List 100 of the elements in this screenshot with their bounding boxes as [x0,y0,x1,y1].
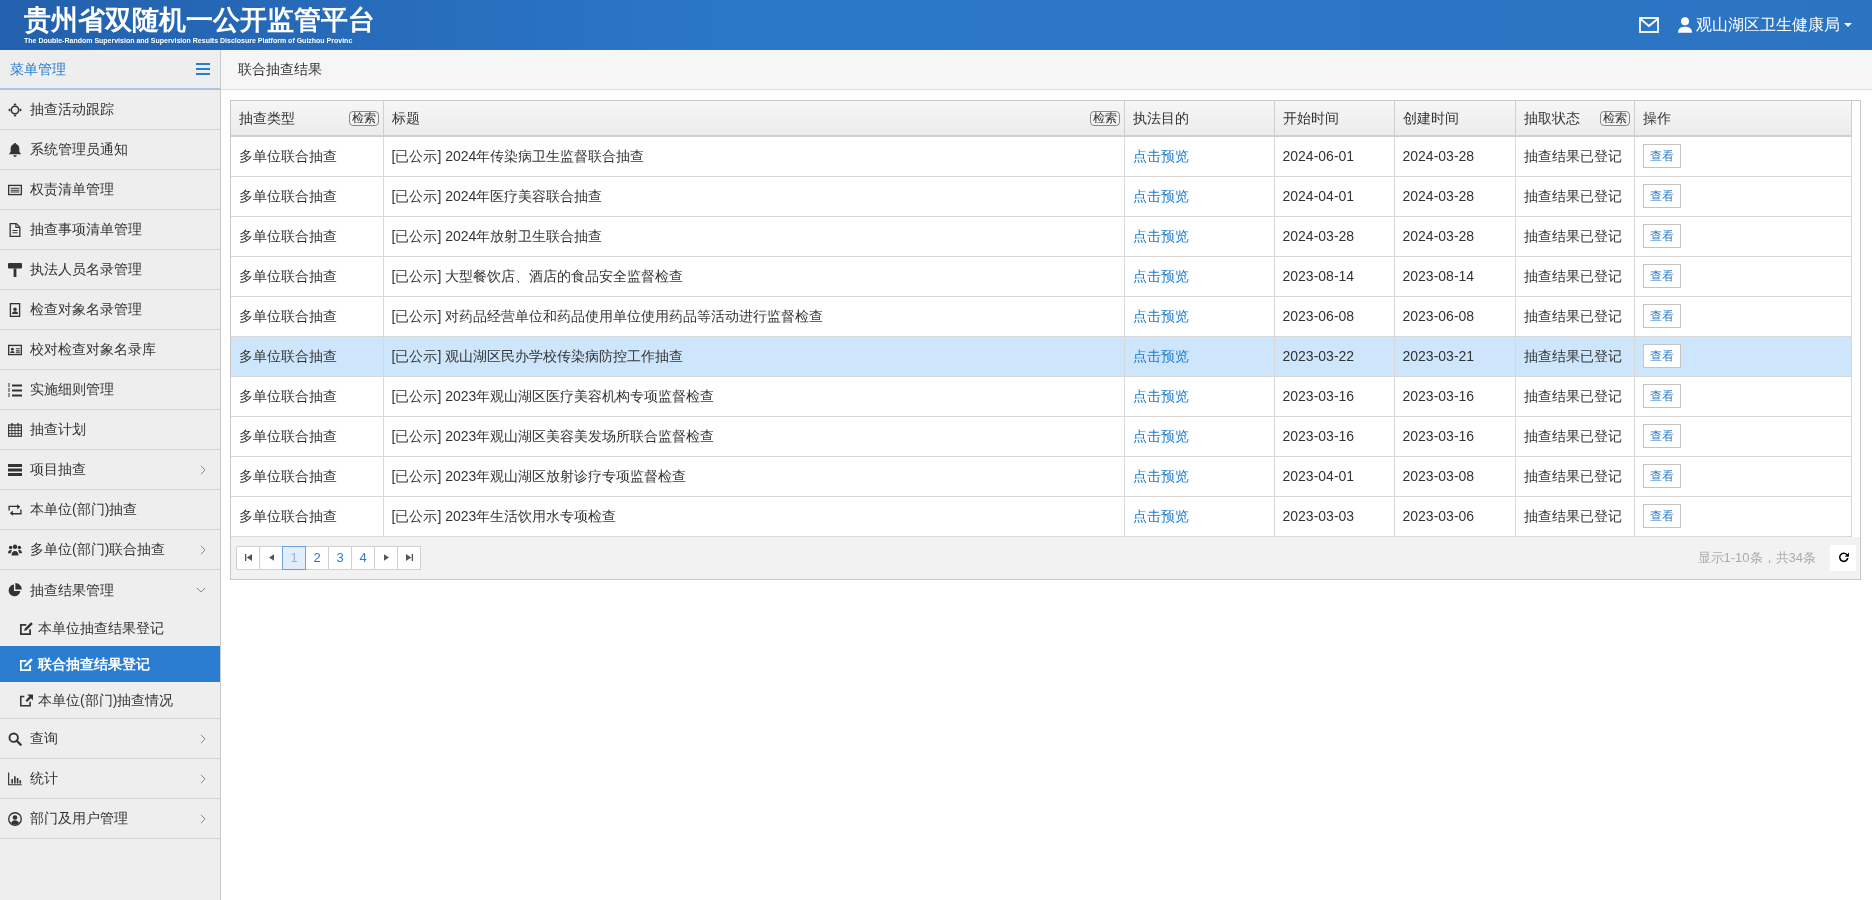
next-icon [383,554,389,561]
sidebar-subitem[interactable]: 本单位抽查结果登记 [0,610,220,646]
table-row[interactable]: 多单位联合抽查 [已公示] 2024年传染病卫生监督联合抽查 点击预览 2024-06-01 2024-03-28 抽查结果已登记 查看 [231,136,1852,176]
table-cell: 2023-03-21 [1394,336,1515,376]
menu-icon[interactable] [196,63,210,75]
sidebar-item[interactable]: 抽查事项清单管理 [0,210,220,250]
table-cell: [已公示] 2023年观山湖区美容美发场所联合监督检查 [383,416,1124,456]
search-icon [8,731,22,746]
numbered-list-icon [8,382,22,397]
view-button[interactable]: 查看 [1642,304,1681,328]
sidebar-item[interactable]: 统计 [0,759,220,799]
preview-link[interactable]: 点击预览 [1132,467,1189,484]
sidebar-item[interactable]: 校对检查对象名录库 [0,330,220,370]
filter-button[interactable]: 检索 [1089,110,1120,126]
sidebar-item[interactable]: 执法人员名录管理 [0,250,220,290]
sidebar-item[interactable]: 部门及用户管理 [0,799,220,839]
sidebar-item[interactable]: 检查对象名录管理 [0,290,220,330]
column-header: 开始时间 [1282,108,1339,128]
preview-link[interactable]: 点击预览 [1132,347,1189,364]
bar-chart-icon [8,771,22,786]
view-button[interactable]: 查看 [1642,184,1681,208]
sidebar-item[interactable]: 权责清单管理 [0,170,220,210]
sidebar-item[interactable]: 项目抽查 [0,450,220,490]
sidebar-item[interactable]: 系统管理员通知 [0,130,220,170]
preview-link[interactable]: 点击预览 [1132,227,1189,244]
bell-icon [8,142,22,157]
table-cell: 多单位联合抽查 [231,256,383,296]
sidebar-item[interactable]: 抽查结果管理 [0,570,220,610]
mail-icon[interactable] [1639,17,1659,33]
table-cell: 2023-03-22 [1274,336,1394,376]
preview-link[interactable]: 点击预览 [1132,267,1189,284]
table-cell: 2023-03-08 [1394,456,1515,496]
table-cell: 多单位联合抽查 [231,216,383,256]
view-button[interactable]: 查看 [1642,424,1681,448]
view-button[interactable]: 查看 [1642,264,1681,288]
table-cell: 2023-08-14 [1394,256,1515,296]
view-button[interactable]: 查看 [1642,464,1681,488]
next-page-button[interactable] [374,545,398,570]
table-row[interactable]: 多单位联合抽查 [已公示] 2023年观山湖区美容美发场所联合监督检查 点击预览 2023-03-16 2023-03-16 抽查结果已登记 查看 [231,416,1852,456]
sidebar-item[interactable]: 实施细则管理 [0,370,220,410]
refresh-button[interactable] [1830,544,1856,571]
table-cell: 2023-06-08 [1274,296,1394,336]
filter-button[interactable]: 检索 [348,110,379,126]
column-header: 标题 [391,108,420,128]
preview-link[interactable]: 点击预览 [1132,387,1189,404]
sidebar-item[interactable]: 抽查计划 [0,410,220,450]
table-cell: 多单位联合抽查 [231,496,383,536]
view-button[interactable]: 查看 [1642,144,1681,169]
sidebar-item[interactable]: 多单位(部门)联合抽查 [0,530,220,570]
table-row[interactable]: 多单位联合抽查 [已公示] 2024年放射卫生联合抽查 点击预览 2024-03-28 2024-03-28 抽查结果已登记 查看 [231,216,1852,256]
table-cell: 抽查结果已登记 [1515,336,1634,376]
preview-link[interactable]: 点击预览 [1132,507,1189,524]
view-button[interactable]: 查看 [1642,504,1681,528]
table-row[interactable]: 多单位联合抽查 [已公示] 2023年观山湖区放射诊疗专项监督检查 点击预览 2023-04-01 2023-03-08 抽查结果已登记 查看 [231,456,1852,496]
preview-link[interactable]: 点击预览 [1132,147,1189,164]
table-cell: [已公示] 2023年观山湖区医疗美容机构专项监督检查 [383,376,1124,416]
page-button[interactable]: 2 [305,545,329,570]
table-cell: 2023-03-16 [1274,416,1394,456]
table-cell: 抽查结果已登记 [1515,416,1634,456]
sidebar-item[interactable]: 查询 [0,719,220,759]
user-menu[interactable]: 观山湖区卫生健康局 [1678,13,1852,37]
view-button[interactable]: 查看 [1642,224,1681,248]
table-row[interactable]: 多单位联合抽查 [已公示] 观山湖区民办学校传染病防控工作抽查 点击预览 2023-03-22 2023-03-21 抽查结果已登记 查看 [231,336,1852,376]
pagination-summary: 显示1-10条，共34条 [1697,548,1816,567]
table-cell: 2023-03-16 [1274,376,1394,416]
loop-arrows-icon [8,502,22,517]
table-cell: 多单位联合抽查 [231,456,383,496]
table-row[interactable]: 多单位联合抽查 [已公示] 2024年医疗美容联合抽查 点击预览 2024-04-01 2024-03-28 抽查结果已登记 查看 [231,176,1852,216]
table-row[interactable]: 多单位联合抽查 [已公示] 对药品经营单位和药品使用单位使用药品等活动进行监督检查 点击预览 2023-06-08 2023-06-08 抽查结果已登记 查看 [231,296,1852,336]
table-row[interactable]: 多单位联合抽查 [已公示] 2023年生活饮用水专项检查 点击预览 2023-03-03 2023-03-06 抽查结果已登记 查看 [231,496,1852,536]
table-row[interactable]: 多单位联合抽查 [已公示] 2023年观山湖区医疗美容机构专项监督检查 点击预览 2023-03-16 2023-03-16 抽查结果已登记 查看 [231,376,1852,416]
sidebar-subitem[interactable]: 本单位(部门)抽查情况 [0,682,220,718]
sidebar-item[interactable]: 抽查活动跟踪 [0,90,220,130]
users-icon [8,542,22,557]
first-page-button[interactable] [236,545,260,570]
page-button[interactable]: 4 [351,545,375,570]
page-button[interactable]: 3 [328,545,352,570]
table-cell: 多单位联合抽查 [231,376,383,416]
table-cell: 2023-03-16 [1394,416,1515,456]
table-row[interactable]: 多单位联合抽查 [已公示] 大型餐饮店、酒店的食品安全监督检查 点击预览 2023-08-14 2023-08-14 抽查结果已登记 查看 [231,256,1852,296]
view-button[interactable]: 查看 [1642,344,1681,368]
list-icon [8,182,22,197]
preview-link[interactable]: 点击预览 [1132,307,1189,324]
table-cell: 2024-03-28 [1394,176,1515,216]
last-page-button[interactable] [397,545,421,570]
edit-icon [20,621,33,635]
preview-link[interactable]: 点击预览 [1132,187,1189,204]
table-cell: 多单位联合抽查 [231,136,383,176]
table-cell: [已公示] 对药品经营单位和药品使用单位使用药品等活动进行监督检查 [383,296,1124,336]
previous-page-button[interactable] [259,545,283,570]
column-header: 抽取状态 [1523,108,1580,128]
preview-link[interactable]: 点击预览 [1132,427,1189,444]
table-cell: 2023-08-14 [1274,256,1394,296]
filter-button[interactable]: 检索 [1599,110,1630,126]
table-cell: 2024-03-28 [1394,216,1515,256]
document-icon [8,222,22,237]
id-badge-icon [8,302,22,317]
view-button[interactable]: 查看 [1642,384,1681,408]
sidebar-subitem[interactable]: 联合抽查结果登记 [0,646,220,682]
sidebar-item[interactable]: 本单位(部门)抽查 [0,490,220,530]
